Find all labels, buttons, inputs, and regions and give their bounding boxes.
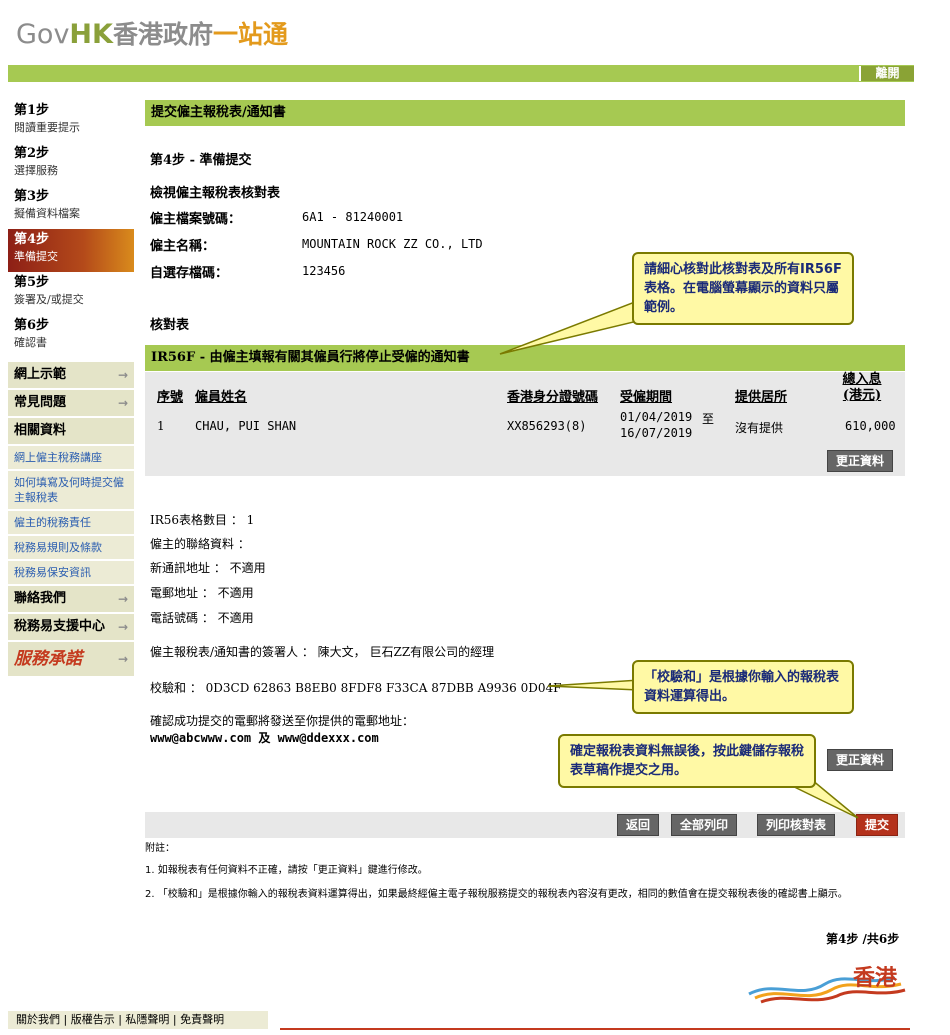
brand-hk-text: 香港 bbox=[853, 966, 898, 991]
notes-title: 附註： bbox=[145, 843, 175, 854]
callout-review: 請細心核對此核對表及所有IR56F表格。在電腦螢幕顯示的資料只屬範例。 bbox=[632, 252, 854, 325]
note-2: 2. 「校驗和」是根據你輸入的報稅表資料運算得出，如果最終經僱主電子報稅服務提交… bbox=[145, 889, 848, 900]
callout-checksum: 「校驗和」是根據你輸入的報稅表資料運算得出。 bbox=[632, 660, 854, 714]
footer-links[interactable]: 關於我們 | 版權告示 | 私隱聲明 | 免責聲明 bbox=[8, 1011, 268, 1029]
footer: 關於我們 | 版權告示 | 私隱聲明 | 免責聲明 bbox=[0, 1008, 950, 1035]
note-1: 1. 如報稅表有任何資料不正確，請按「更正資料」鍵進行修改。 bbox=[145, 865, 428, 876]
footer-red-line bbox=[280, 1028, 910, 1030]
pager: 第4步 /共6步 bbox=[826, 932, 900, 946]
brand-hong-kong-logo: 香港 bbox=[745, 960, 910, 1008]
callout-save-draft: 確定報稅表資料無誤後，按此鍵儲存報稅表草稿作提交之用。 bbox=[558, 734, 816, 788]
callout-1-pointer bbox=[499, 299, 652, 355]
callout-2-pointer bbox=[547, 679, 641, 691]
notes: 附註： 1. 如報稅表有任何資料不正確，請按「更正資料」鍵進行修改。 2. 「校… bbox=[145, 842, 910, 902]
